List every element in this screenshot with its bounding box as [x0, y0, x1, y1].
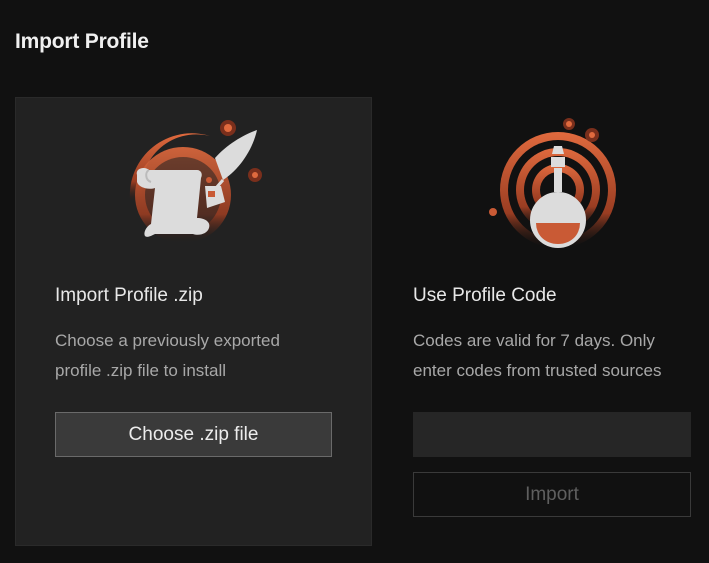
code-card-description: Codes are valid for 7 days. Only enter c… — [413, 326, 703, 386]
code-card-description-line2: enter codes from trusted sources — [413, 361, 662, 380]
choose-zip-button[interactable]: Choose .zip file — [55, 412, 332, 457]
zip-card-title: Import Profile .zip — [55, 285, 203, 306]
potion-flask-icon — [475, 110, 635, 250]
zip-card-description-line2: profile .zip file to install — [55, 361, 227, 380]
code-card-title: Use Profile Code — [413, 285, 557, 306]
code-card-description-line1: Codes are valid for 7 days. Only — [413, 331, 655, 350]
zip-card-description: Choose a previously exported profile .zi… — [55, 326, 345, 386]
zip-card-description-line1: Choose a previously exported — [55, 331, 280, 350]
scroll-quill-icon — [105, 110, 265, 250]
import-button[interactable]: Import — [413, 472, 691, 517]
profile-code-input[interactable] — [413, 412, 691, 457]
page-title: Import Profile — [15, 30, 149, 53]
